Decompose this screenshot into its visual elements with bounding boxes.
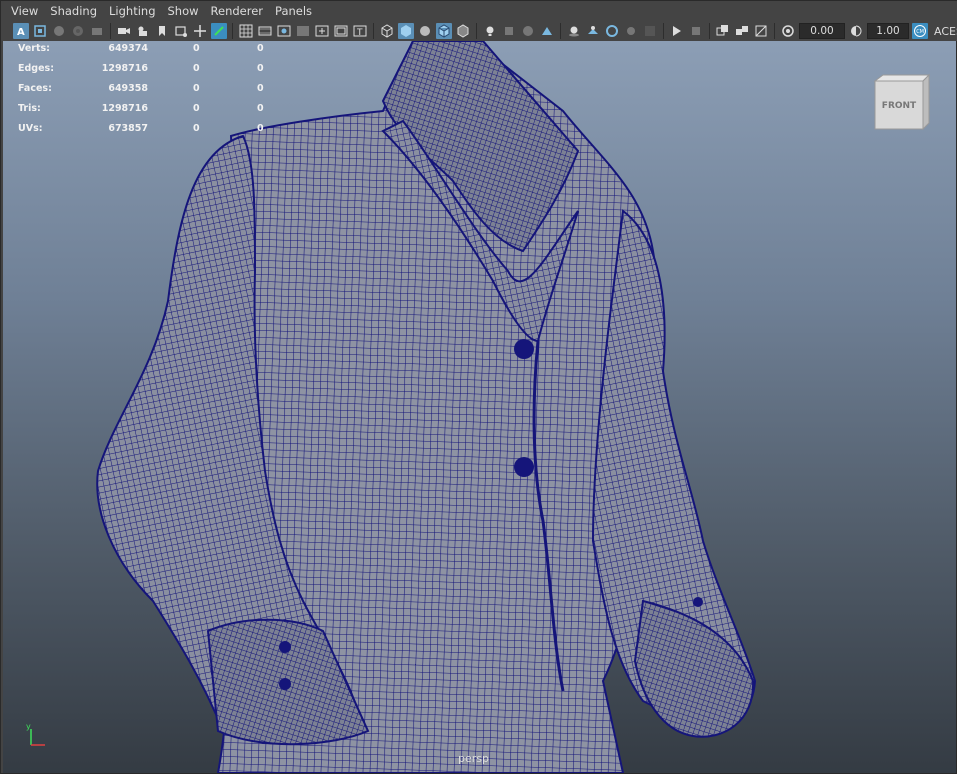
- safe-action-icon[interactable]: [333, 23, 349, 39]
- gamma-icon[interactable]: [848, 23, 864, 39]
- hud-row-edges: Edges: 1298716 0 0: [18, 62, 278, 82]
- poly-count-hud: Verts: 649374 0 0 Edges: 1298716 0 0 Fac…: [18, 42, 278, 142]
- bookmark-flag-icon[interactable]: [154, 23, 170, 39]
- wireframe-icon[interactable]: [379, 23, 395, 39]
- camera-attributes-icon[interactable]: [32, 23, 48, 39]
- toolbar-separator: [774, 23, 775, 39]
- gamma-field[interactable]: [867, 23, 909, 39]
- jacket-wireframe-mesh: [96, 41, 757, 773]
- menu-show[interactable]: Show: [162, 1, 205, 21]
- anti-aliasing-icon[interactable]: [566, 23, 582, 39]
- menu-renderer[interactable]: Renderer: [205, 1, 270, 21]
- isolate-select-icon[interactable]: [604, 23, 620, 39]
- viewport-panel: View Shading Lighting Show Renderer Pane…: [0, 0, 957, 774]
- color-management-icon[interactable]: CM: [912, 23, 928, 39]
- toolbar-separator: [663, 23, 664, 39]
- hud-value: 0: [257, 43, 264, 54]
- svg-text:A: A: [17, 27, 25, 38]
- panel-toolbar: A T 0.00 1.00 CM ACE: [1, 21, 957, 41]
- toolbar-separator: [709, 23, 710, 39]
- camera-name-label: persp: [458, 752, 489, 765]
- 2d-pan-zoom-icon[interactable]: [89, 23, 105, 39]
- safe-title-icon[interactable]: T: [352, 23, 368, 39]
- xray-joints-icon[interactable]: [623, 23, 639, 39]
- menu-shading[interactable]: Shading: [44, 1, 103, 21]
- exposure-icon[interactable]: [780, 23, 796, 39]
- svg-text:T: T: [356, 28, 363, 38]
- hud-label: Faces:: [18, 83, 52, 94]
- motion-blur-icon[interactable]: [539, 23, 555, 39]
- hud-label: UVs:: [18, 123, 43, 134]
- layout-icon[interactable]: [734, 23, 750, 39]
- hud-row-faces: Faces: 649358 0 0: [18, 82, 278, 102]
- hud-value: 0: [257, 83, 264, 94]
- smooth-shade-icon[interactable]: [398, 23, 414, 39]
- snapshot-icon[interactable]: [753, 23, 769, 39]
- toolbar-separator: [560, 23, 561, 39]
- copy-icon[interactable]: [715, 23, 731, 39]
- field-chart-icon[interactable]: [314, 23, 330, 39]
- hud-row-tris: Tris: 1298716 0 0: [18, 102, 278, 122]
- depth-of-field-icon[interactable]: [585, 23, 601, 39]
- hud-label: Edges:: [18, 63, 54, 74]
- view-cube-face-label: FRONT: [882, 101, 917, 111]
- svg-text:CM: CM: [916, 29, 924, 35]
- use-all-lights-icon[interactable]: [482, 23, 498, 39]
- hud-value: 1298716: [101, 63, 148, 74]
- hud-value: 0: [257, 123, 264, 134]
- hud-value: 0: [257, 63, 264, 74]
- 3d-viewport[interactable]: Verts: 649374 0 0 Edges: 1298716 0 0 Fac…: [3, 41, 956, 773]
- grease-pencil-icon[interactable]: [116, 23, 132, 39]
- menu-panels[interactable]: Panels: [269, 1, 318, 21]
- hud-value: 1298716: [101, 103, 148, 114]
- view-cube[interactable]: FRONT: [871, 73, 931, 131]
- toggle-hud-icon[interactable]: [688, 23, 704, 39]
- camera-icon[interactable]: [135, 23, 151, 39]
- toolbar-separator: [110, 23, 111, 39]
- film-gate-icon[interactable]: [257, 23, 273, 39]
- hud-value: 0: [193, 83, 200, 94]
- view-transform-dropdown[interactable]: ACES 1.0 SDR-video: [934, 25, 957, 38]
- gate-mask-icon[interactable]: [295, 23, 311, 39]
- hud-value: 0: [193, 103, 200, 114]
- xray-active-components-icon[interactable]: [642, 23, 658, 39]
- axis-y-label: y: [26, 722, 31, 731]
- image-plane-icon[interactable]: [70, 23, 86, 39]
- hud-value: 673857: [108, 123, 148, 134]
- exposure-field[interactable]: [799, 23, 845, 39]
- pan-zoom-icon[interactable]: [192, 23, 208, 39]
- grid-icon[interactable]: [238, 23, 254, 39]
- hud-value: 0: [193, 43, 200, 54]
- menu-lighting[interactable]: Lighting: [103, 1, 161, 21]
- wireframe-on-shaded-icon[interactable]: [436, 23, 452, 39]
- grease-pencil-toggle-icon[interactable]: [211, 23, 227, 39]
- image-plane-toggle-icon[interactable]: [173, 23, 189, 39]
- screen-space-ao-icon[interactable]: [520, 23, 536, 39]
- hud-value: 649374: [108, 43, 148, 54]
- hud-value: 0: [193, 63, 200, 74]
- panel-menu-bar: View Shading Lighting Show Renderer Pane…: [1, 1, 957, 21]
- hud-value: 0: [193, 123, 200, 134]
- textured-icon[interactable]: [669, 23, 685, 39]
- bookmark-icon[interactable]: [51, 23, 67, 39]
- toolbar-separator: [232, 23, 233, 39]
- xray-icon[interactable]: [455, 23, 471, 39]
- axis-indicator: y: [26, 722, 45, 746]
- default-material-icon[interactable]: [417, 23, 433, 39]
- hud-value: 649358: [108, 83, 148, 94]
- hud-row-uvs: UVs: 673857 0 0: [18, 122, 278, 142]
- menu-view[interactable]: View: [5, 1, 44, 21]
- shadows-icon[interactable]: [501, 23, 517, 39]
- hud-label: Verts:: [18, 43, 50, 54]
- toolbar-separator: [373, 23, 374, 39]
- resolution-gate-icon[interactable]: [276, 23, 292, 39]
- toolbar-separator: [476, 23, 477, 39]
- hud-row-verts: Verts: 649374 0 0: [18, 42, 278, 62]
- select-camera-icon[interactable]: A: [13, 23, 29, 39]
- hud-label: Tris:: [18, 103, 41, 114]
- hud-value: 0: [257, 103, 264, 114]
